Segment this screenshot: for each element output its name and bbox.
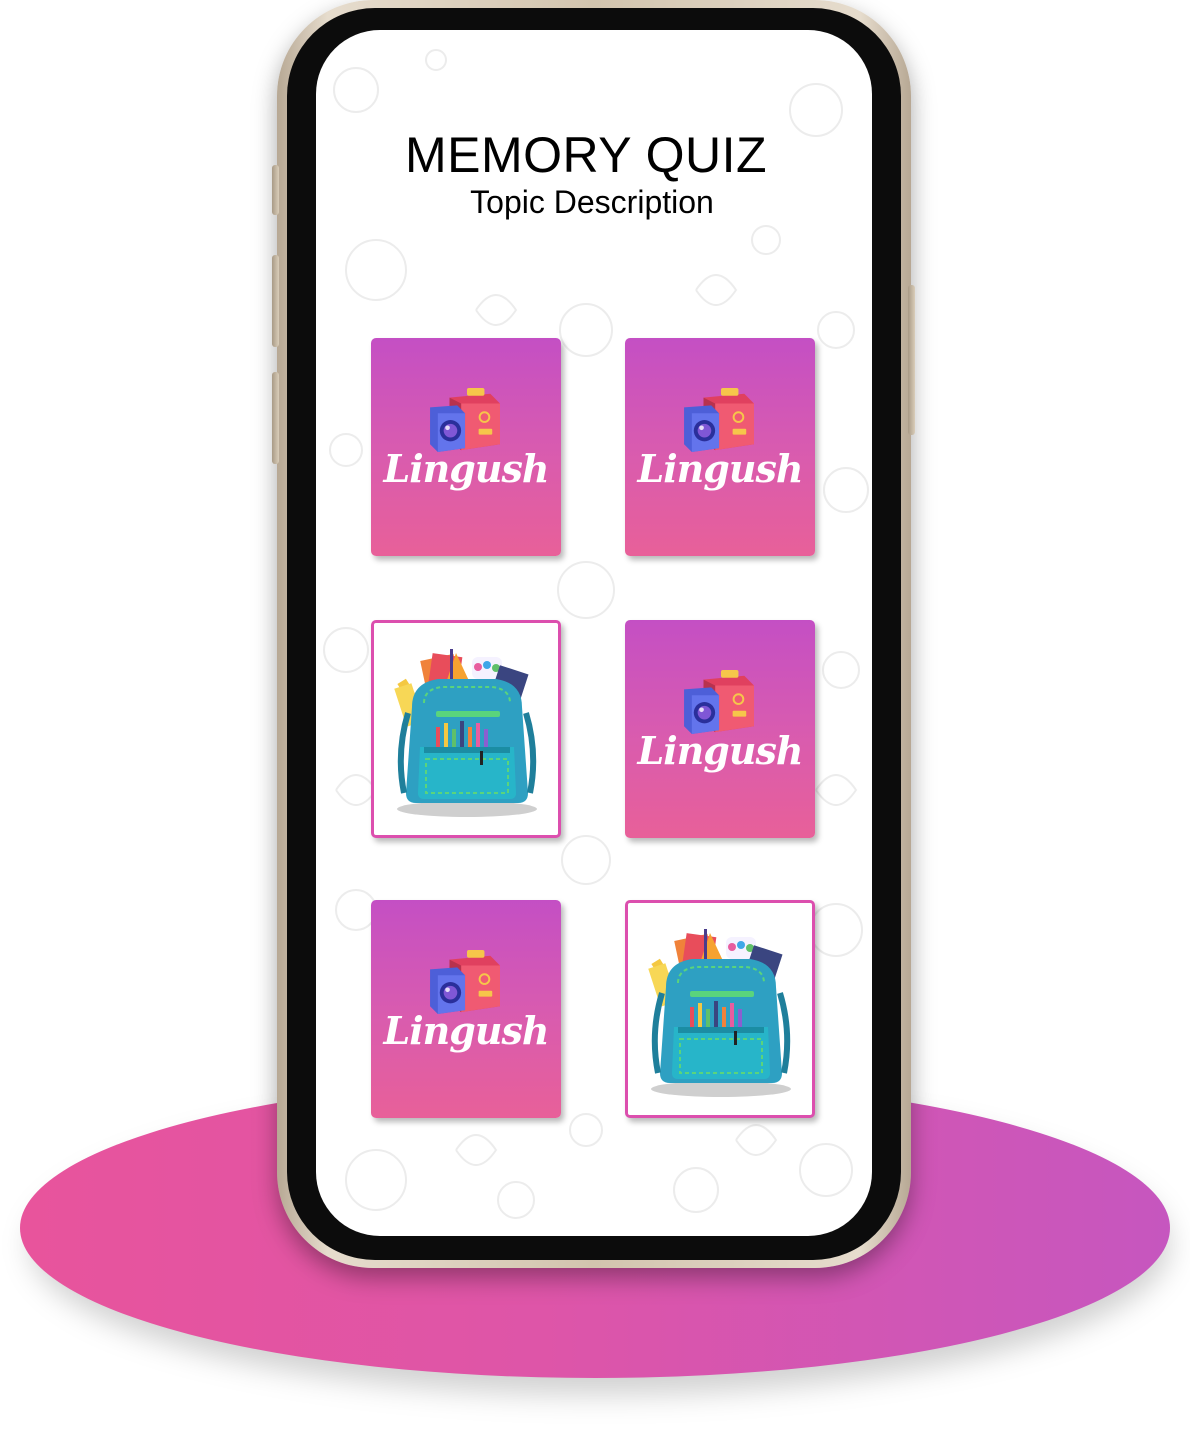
mute-switch <box>272 165 279 215</box>
lingush-logo-icon <box>683 668 755 736</box>
memory-card-2[interactable]: Lingush <box>625 338 815 556</box>
card-logo-text: Lingush <box>383 446 549 491</box>
lingush-logo-icon <box>683 386 755 454</box>
card-logo-text: Lingush <box>637 728 803 773</box>
product-mockup: MEMORY QUIZ Topic Description Lingush Li… <box>0 0 1190 1445</box>
memory-card-5[interactable]: Lingush <box>371 900 561 1118</box>
lingush-logo-icon <box>429 386 501 454</box>
volume-down-button <box>272 372 279 464</box>
memory-card-4[interactable]: Lingush <box>625 620 815 838</box>
app-screen: MEMORY QUIZ Topic Description Lingush Li… <box>316 30 872 1236</box>
card-logo-text: Lingush <box>383 1008 549 1053</box>
volume-up-button <box>272 255 279 347</box>
lingush-logo-icon <box>429 948 501 1016</box>
memory-card-6[interactable] <box>625 900 815 1118</box>
backpack-icon <box>390 643 544 819</box>
page-title: MEMORY QUIZ <box>404 127 768 183</box>
backpack-icon <box>644 923 798 1099</box>
card-logo-text: Lingush <box>637 446 803 491</box>
memory-card-3[interactable] <box>371 620 561 838</box>
topic-description: Topic Description <box>470 184 714 220</box>
power-button <box>908 285 915 435</box>
memory-card-1[interactable]: Lingush <box>371 338 561 556</box>
